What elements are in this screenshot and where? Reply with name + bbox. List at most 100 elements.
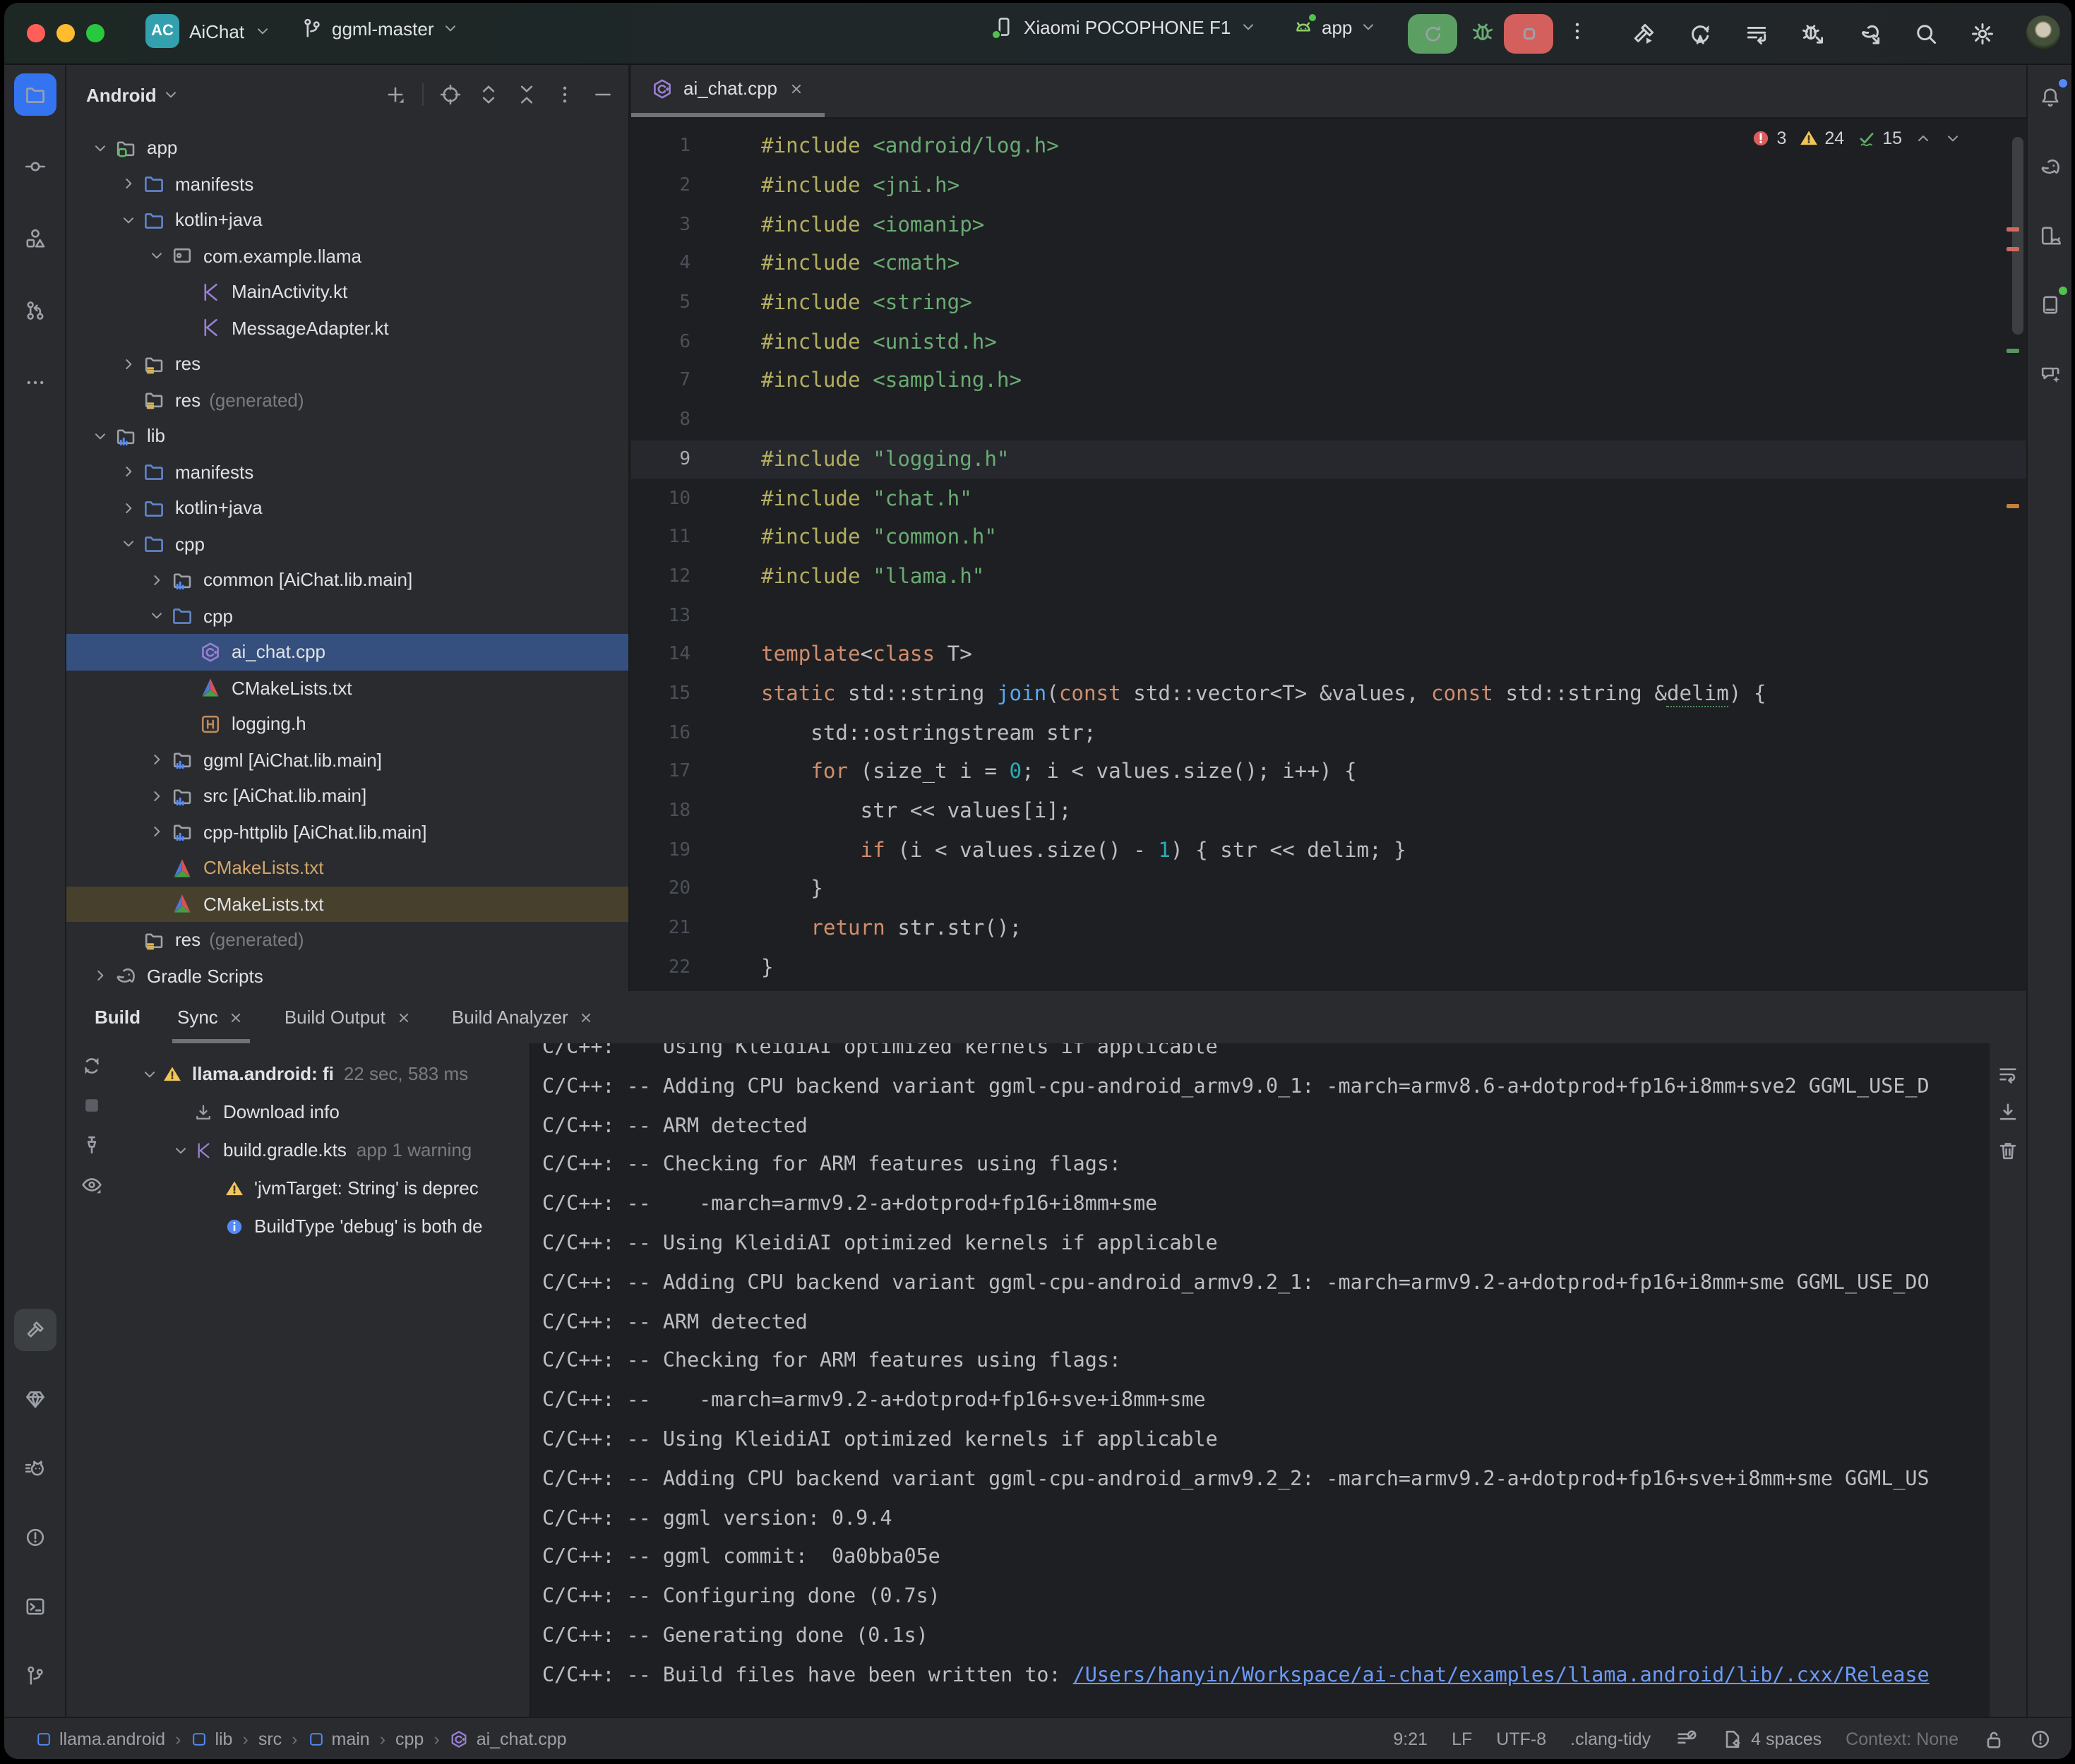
tree-item-MainActivity.kt[interactable]: MainActivity.kt: [66, 274, 628, 310]
debug-app-button[interactable]: [1470, 18, 1495, 51]
chevron-down-icon[interactable]: [120, 212, 137, 229]
tool-window-button-problems[interactable]: [13, 1516, 56, 1559]
tool-window-button-terminal[interactable]: [13, 1585, 56, 1628]
code-line-10[interactable]: 10#include "chat.h": [631, 479, 2026, 517]
tool-window-button-pull-requests[interactable]: [13, 289, 56, 332]
tree-item-cpp[interactable]: cpp: [66, 526, 628, 562]
close-tab-icon[interactable]: [228, 1009, 245, 1026]
indent-style[interactable]: 4 spaces: [1721, 1727, 1822, 1750]
more-run-options-button[interactable]: [1566, 20, 1589, 49]
tool-window-button-notifications[interactable]: [2028, 76, 2071, 119]
chevron-right-icon[interactable]: [120, 176, 137, 193]
list-restore-icon[interactable]: [1744, 21, 1769, 47]
build-tab-sync[interactable]: Sync: [172, 991, 251, 1043]
tool-window-button-gradle[interactable]: [2028, 145, 2071, 188]
build-tab-build-output[interactable]: Build Output: [279, 991, 418, 1043]
code-line-19[interactable]: 19 if (i < values.size() - 1) { str << d…: [631, 831, 2026, 870]
code-line-5[interactable]: 5#include <string>: [631, 284, 2026, 323]
avatar[interactable]: [2026, 16, 2060, 49]
tree-item-kotlin+java[interactable]: kotlin+java: [66, 490, 628, 526]
tool-window-button-build[interactable]: [13, 1309, 56, 1351]
filter-view-icon[interactable]: [80, 1173, 103, 1196]
code-line-7[interactable]: 7#include <sampling.h>: [631, 361, 2026, 400]
chevron-down-icon[interactable]: [148, 248, 165, 265]
soft-wrap-icon[interactable]: [1997, 1063, 2019, 1086]
breadcrumb-item-main[interactable]: main: [308, 1729, 370, 1748]
rerun-app-button[interactable]: [1408, 14, 1457, 54]
code-line-17[interactable]: 17 for (size_t i = 0; i < values.size();…: [631, 752, 2026, 791]
chevron-down-icon[interactable]: [172, 1141, 189, 1158]
error-stripe-mark[interactable]: [2007, 227, 2019, 232]
chevron-down-icon[interactable]: [162, 86, 179, 103]
tree-item-manifests[interactable]: manifests: [66, 454, 628, 490]
chevron-right-icon[interactable]: [148, 824, 165, 841]
vcs-branch-selector[interactable]: ggml-master: [301, 17, 460, 40]
tree-item-res[interactable]: res(generated): [66, 922, 628, 958]
close-tab-icon[interactable]: [578, 1009, 595, 1026]
error-stripe-mark[interactable]: [2007, 247, 2019, 251]
tree-item-res[interactable]: res(generated): [66, 382, 628, 418]
chevron-right-icon[interactable]: [148, 788, 165, 805]
editor-tab-ai-chat-cpp[interactable]: ai_chat.cpp: [631, 65, 824, 117]
tree-item-manifests[interactable]: manifests: [66, 166, 628, 202]
chevron-down-icon[interactable]: [120, 536, 137, 553]
chevron-down-icon[interactable]: [92, 428, 109, 445]
exclamation-circle-icon[interactable]: [2029, 1727, 2052, 1750]
build-tree-item[interactable]: llama.android: fi22 sec, 583 ms: [128, 1055, 530, 1093]
project-view-mode[interactable]: Android: [86, 84, 157, 105]
close-tab-icon[interactable]: [395, 1009, 412, 1026]
code-line-18[interactable]: 18 str << values[i];: [631, 791, 2026, 830]
previous-issue-icon[interactable]: [1915, 130, 1932, 147]
tree-item-CMakeLists.txt[interactable]: CMakeLists.txt: [66, 886, 628, 922]
project-selector[interactable]: AC AiChat: [145, 14, 271, 48]
chevron-down-icon[interactable]: [148, 608, 165, 625]
tool-window-button-version-control[interactable]: [13, 1655, 56, 1697]
tree-item-kotlin+java[interactable]: kotlin+java: [66, 202, 628, 238]
breadcrumb-item-src[interactable]: src: [258, 1729, 282, 1748]
build-hammer-run-icon[interactable]: [1631, 21, 1656, 47]
minimize-window-button[interactable]: [56, 24, 75, 42]
settings-gear-icon[interactable]: [1970, 21, 1995, 47]
code-line-16[interactable]: 16 std::ostringstream str;: [631, 714, 2026, 752]
build-tab-build-analyzer[interactable]: Build Analyzer: [446, 991, 601, 1043]
lock-open-icon[interactable]: [1983, 1727, 2005, 1750]
code-line-6[interactable]: 6#include <unistd.h>: [631, 323, 2026, 361]
select-opened-file-icon[interactable]: [439, 83, 462, 106]
bug-arrow-icon[interactable]: [1800, 21, 1826, 47]
stop-disabled-icon[interactable]: [80, 1094, 103, 1117]
device-selector[interactable]: Xiaomi POCOPHONE F1: [993, 16, 1256, 38]
code-line-21[interactable]: 21 return str.str();: [631, 909, 2026, 948]
code-line-9[interactable]: 9#include "logging.h": [631, 440, 2026, 479]
tree-item-src[interactable]: src [AiChat.lib.main]: [66, 778, 628, 814]
code-line-15[interactable]: 15static std::string join(const std::vec…: [631, 674, 2026, 713]
tool-window-button-commit[interactable]: [13, 145, 56, 188]
close-window-button[interactable]: [27, 24, 45, 42]
add-icon[interactable]: [384, 83, 407, 106]
code-editor[interactable]: 1#include <android/log.h>2#include <jni.…: [631, 120, 2026, 991]
zoom-window-button[interactable]: [86, 24, 104, 42]
build-console[interactable]: C/C++: Using KleidiAI optimized kernels …: [530, 1043, 1990, 1717]
chevron-down-icon[interactable]: [92, 140, 109, 157]
pin-icon[interactable]: [80, 1134, 103, 1156]
formatter-icon[interactable]: [1675, 1727, 1697, 1750]
caret-position[interactable]: 9:21: [1393, 1729, 1428, 1748]
error-stripe-mark[interactable]: [2007, 349, 2019, 353]
chevron-right-icon[interactable]: [120, 464, 137, 481]
code-line-11[interactable]: 11#include "common.h": [631, 518, 2026, 557]
code-line-12[interactable]: 12#include "llama.h": [631, 557, 2026, 596]
code-line-4[interactable]: 4#include <cmath>: [631, 244, 2026, 283]
inspections-widget[interactable]: 3 24 15: [1751, 128, 1961, 148]
tool-window-button-more-tool-windows[interactable]: [13, 361, 56, 404]
code-line-14[interactable]: 14template<class T>: [631, 635, 2026, 674]
file-encoding[interactable]: UTF-8: [1496, 1729, 1546, 1748]
tool-window-button-resource-manager[interactable]: [13, 217, 56, 260]
hide-icon[interactable]: [592, 83, 614, 106]
chevron-right-icon[interactable]: [148, 572, 165, 589]
sync-a-icon[interactable]: [1687, 21, 1713, 47]
tree-item-ggml[interactable]: ggml [AiChat.lib.main]: [66, 742, 628, 778]
build-tree-item[interactable]: build.gradle.ktsapp 1 warning: [128, 1131, 530, 1169]
code-line-22[interactable]: 22}: [631, 948, 2026, 987]
tree-item-cpp[interactable]: cpp: [66, 598, 628, 634]
breadcrumb-item-cpp[interactable]: cpp: [395, 1729, 424, 1748]
tool-window-button-profiler[interactable]: [13, 1447, 56, 1489]
